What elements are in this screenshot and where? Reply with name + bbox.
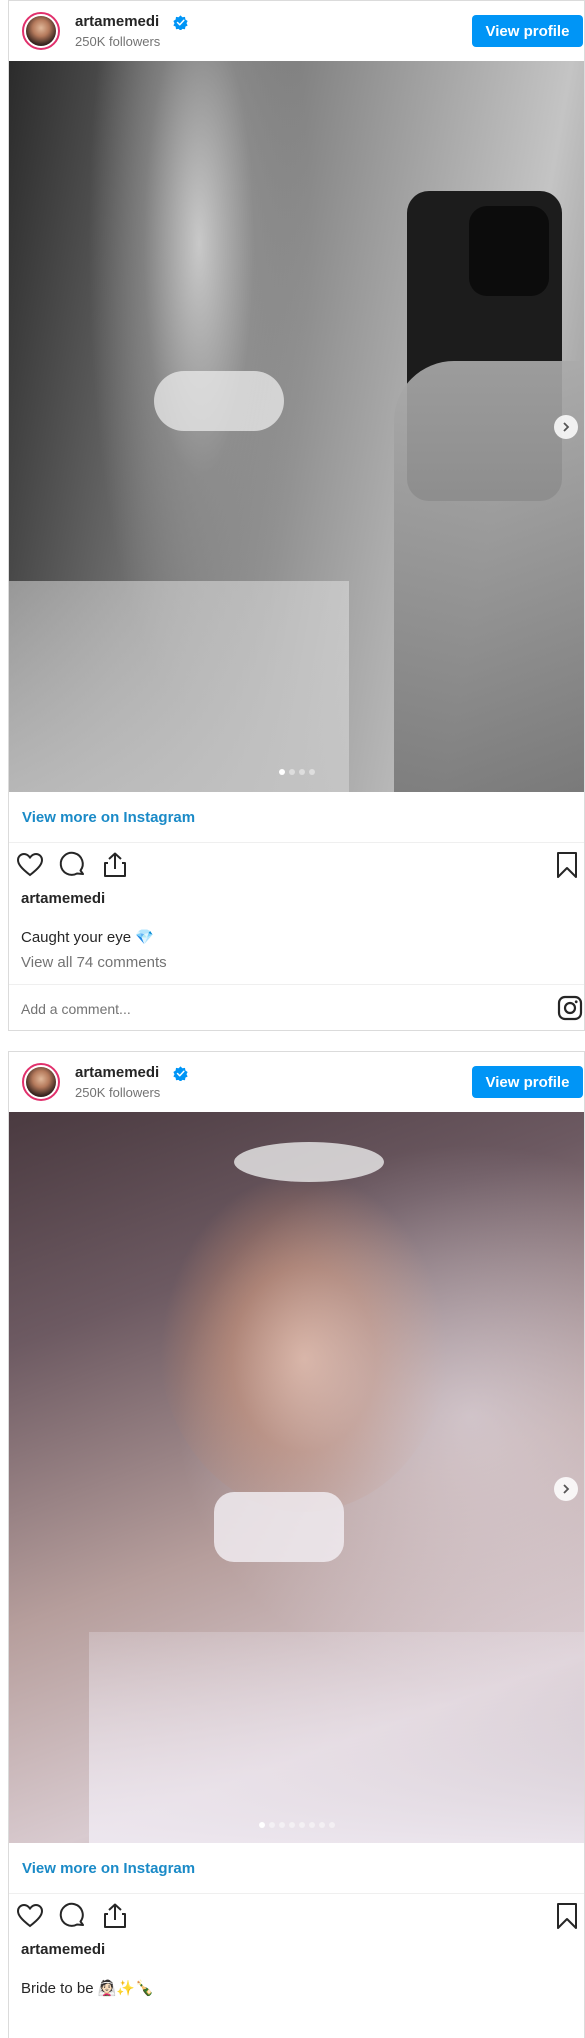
- carousel-dot: [308, 1822, 315, 1828]
- share-icon: [104, 1903, 126, 1928]
- comment-button[interactable]: [58, 850, 88, 880]
- post-username[interactable]: artamemedi: [21, 1941, 105, 1958]
- instagram-icon[interactable]: [557, 995, 583, 1021]
- view-profile-button[interactable]: View profile: [472, 1066, 583, 1098]
- carousel-dot: [298, 1822, 305, 1828]
- post-header: artamemedi 250K followers View profile: [9, 1052, 584, 1111]
- share-button[interactable]: [100, 850, 130, 880]
- share-button[interactable]: [100, 1901, 130, 1931]
- add-comment-field[interactable]: Add a comment...: [21, 1001, 131, 1017]
- post-username[interactable]: artamemedi: [21, 890, 105, 907]
- save-button[interactable]: [552, 850, 582, 880]
- comment-button[interactable]: [58, 1901, 88, 1931]
- save-button[interactable]: [552, 1901, 582, 1931]
- comment-icon: [59, 851, 84, 876]
- carousel-dot: [278, 1822, 285, 1828]
- heart-icon: [16, 1903, 44, 1928]
- carousel-indicator: [9, 1822, 584, 1828]
- carousel-dot: [288, 769, 295, 775]
- divider: [9, 842, 584, 843]
- carousel-next-button[interactable]: [554, 1477, 578, 1501]
- carousel-dot: [328, 1822, 335, 1828]
- post-photo[interactable]: [9, 61, 584, 792]
- verified-badge-icon: [173, 15, 188, 30]
- follower-count: 250K followers: [75, 34, 161, 49]
- post-caption: Caught your eye 💎: [21, 929, 154, 946]
- like-button[interactable]: [15, 850, 45, 880]
- username[interactable]: artamemedi: [75, 13, 159, 30]
- carousel-dot: [288, 1822, 295, 1828]
- instagram-embed-post-2: artamemedi 250K followers View profile V…: [8, 1051, 585, 2038]
- like-button[interactable]: [15, 1901, 45, 1931]
- divider: [9, 984, 584, 985]
- view-profile-button[interactable]: View profile: [472, 15, 583, 47]
- chevron-right-icon: [563, 1484, 570, 1494]
- carousel-dot: [268, 1822, 275, 1828]
- avatar[interactable]: [22, 1063, 60, 1101]
- post-header: artamemedi 250K followers View profile: [9, 1, 584, 60]
- carousel-dot: [318, 1822, 325, 1828]
- chevron-right-icon: [563, 422, 570, 432]
- view-more-link[interactable]: View more on Instagram: [22, 809, 195, 826]
- divider: [9, 1893, 584, 1894]
- avatar[interactable]: [22, 12, 60, 50]
- heart-icon: [16, 852, 44, 877]
- carousel-next-button[interactable]: [554, 415, 578, 439]
- comment-icon: [59, 1902, 84, 1927]
- view-more-link[interactable]: View more on Instagram: [22, 1860, 195, 1877]
- carousel-indicator: [9, 769, 584, 775]
- post-photo[interactable]: [9, 1112, 584, 1843]
- verified-badge-icon: [173, 1066, 188, 1081]
- carousel-dot: [308, 769, 315, 775]
- follower-count: 250K followers: [75, 1085, 161, 1100]
- post-caption: Bride to be 👰🏻✨🍾: [21, 1980, 154, 1997]
- username[interactable]: artamemedi: [75, 1064, 159, 1081]
- carousel-dot: [298, 769, 305, 775]
- bookmark-icon: [557, 1903, 577, 1929]
- instagram-embed-post-1: artamemedi 250K followers View profile V…: [8, 0, 585, 1031]
- share-icon: [104, 852, 126, 877]
- carousel-dot: [278, 769, 285, 775]
- carousel-dot: [258, 1822, 265, 1828]
- bookmark-icon: [557, 852, 577, 878]
- view-comments-link[interactable]: View all 74 comments: [21, 954, 167, 971]
